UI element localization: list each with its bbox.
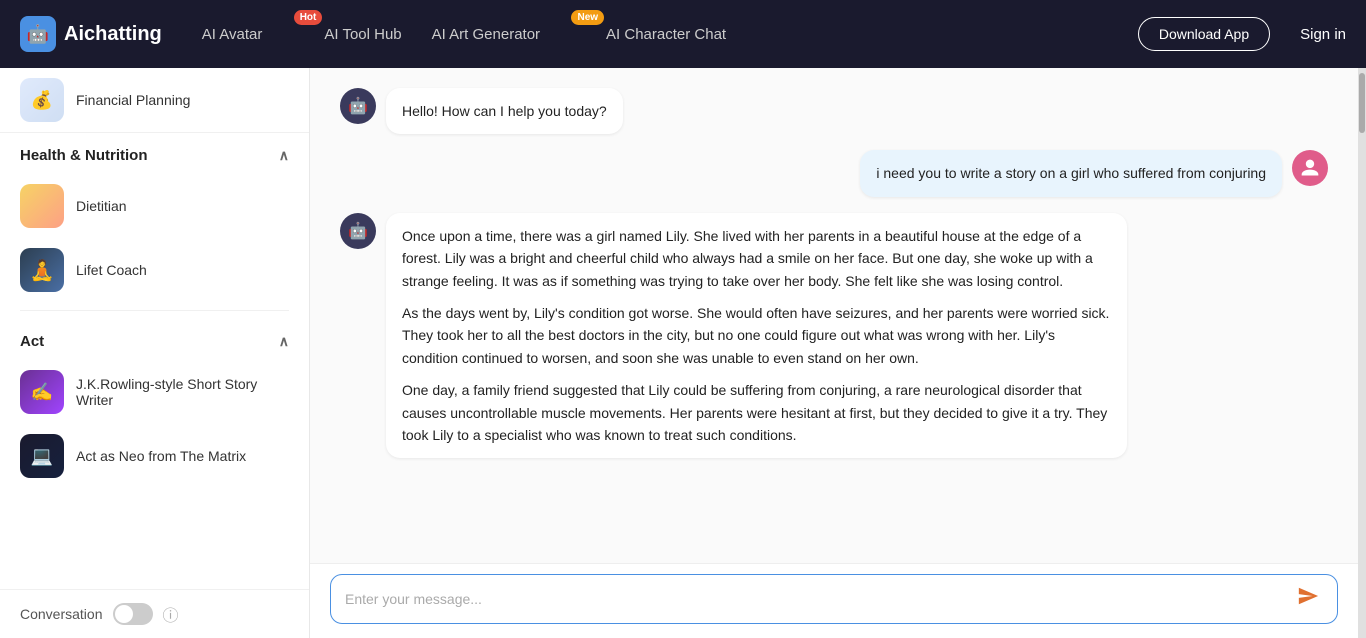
- input-wrap: [330, 574, 1338, 624]
- hot-badge: Hot: [294, 10, 323, 25]
- sidebar-item-financial[interactable]: 💰 Financial Planning: [0, 68, 309, 133]
- scrollbar-thumb: [1359, 73, 1365, 133]
- message-row-2: i need you to write a story on a girl wh…: [340, 150, 1328, 196]
- section-divider: [20, 310, 289, 311]
- section-act: Act ∧: [0, 319, 309, 360]
- dietitian-img: [20, 184, 64, 228]
- health-section-toggle[interactable]: ∧: [279, 147, 289, 164]
- message-bubble-2: i need you to write a story on a girl wh…: [860, 150, 1282, 196]
- jkrowling-img: ✍️: [20, 370, 64, 414]
- navbar: 🤖 Aichatting AI Avatar Hot AI Tool Hub A…: [0, 0, 1366, 68]
- user-avatar: [1292, 150, 1328, 186]
- act-section-toggle[interactable]: ∧: [279, 333, 289, 350]
- lifet-img: 🧘: [20, 248, 64, 292]
- message-row-3: 🤖 Once upon a time, there was a girl nam…: [340, 213, 1328, 459]
- download-app-button[interactable]: Download App: [1138, 17, 1270, 51]
- message-row-1: 🤖 Hello! How can I help you today?: [340, 88, 1328, 134]
- assistant-avatar-2: 🤖: [340, 213, 376, 249]
- financial-label: Financial Planning: [76, 92, 190, 108]
- chat-input[interactable]: [345, 591, 1293, 607]
- nav-ai-avatar[interactable]: AI Avatar Hot: [202, 22, 295, 47]
- conversation-toggle[interactable]: [113, 603, 153, 625]
- nav-ai-character-chat[interactable]: AI Character Chat: [606, 22, 726, 47]
- message-bubble-3: Once upon a time, there was a girl named…: [386, 213, 1127, 459]
- toggle-knob: [115, 605, 133, 623]
- assistant-avatar-1: 🤖: [340, 88, 376, 124]
- sidebar-item-dietitian[interactable]: Dietitian: [0, 174, 309, 238]
- right-scrollbar[interactable]: [1358, 68, 1366, 638]
- brand-logo[interactable]: 🤖 Aichatting: [20, 16, 162, 52]
- sidebar-item-neo[interactable]: 💻 Act as Neo from The Matrix: [0, 424, 309, 488]
- new-badge: New: [571, 10, 604, 25]
- input-bar: [310, 563, 1358, 638]
- chat-messages: 🤖 Hello! How can I help you today? i nee…: [310, 68, 1358, 563]
- info-icon[interactable]: ⓘ: [163, 602, 179, 626]
- nav-ai-art-generator[interactable]: AI Art Generator New: [432, 22, 576, 47]
- neo-img: 💻: [20, 434, 64, 478]
- chat-area: 🤖 Hello! How can I help you today? i nee…: [310, 68, 1358, 638]
- nav-ai-tool-hub[interactable]: AI Tool Hub: [324, 22, 401, 47]
- sidebar-item-jkrowling[interactable]: ✍️ J.K.Rowling-style Short Story Writer: [0, 360, 309, 424]
- conversation-bar: Conversation ⓘ: [0, 589, 310, 638]
- send-button[interactable]: [1293, 585, 1323, 613]
- message-bubble-1: Hello! How can I help you today?: [386, 88, 623, 134]
- conversation-label: Conversation: [20, 606, 103, 622]
- brand-icon: 🤖: [20, 16, 56, 52]
- financial-img: 💰: [20, 78, 64, 122]
- main-layout: 💰 Financial Planning Health & Nutrition …: [0, 68, 1366, 638]
- sidebar-item-lifet-coach[interactable]: 🧘 Lifet Coach: [0, 238, 309, 302]
- brand-name: Aichatting: [64, 23, 162, 46]
- signin-button[interactable]: Sign in: [1300, 26, 1346, 43]
- section-health: Health & Nutrition ∧: [0, 133, 309, 174]
- sidebar: 💰 Financial Planning Health & Nutrition …: [0, 68, 310, 638]
